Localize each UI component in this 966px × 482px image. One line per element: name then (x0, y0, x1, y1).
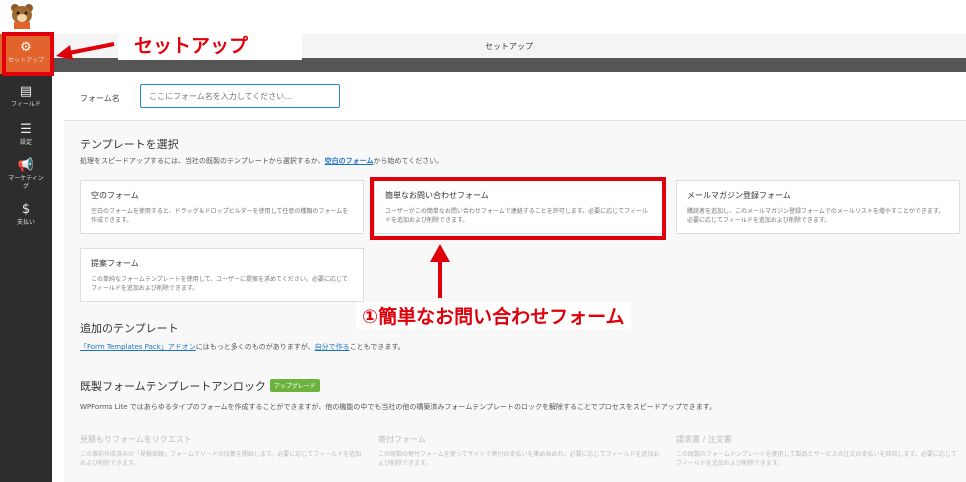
template-card-blank[interactable]: 空のフォーム 空白のフォームを使用すると、ドラッグ＆ドロップビルダーを使用して任… (80, 180, 364, 234)
locked-template-donation[interactable]: 寄付フォーム この既製の寄付フォームを使ってサイトで寄付の支払いを集め始めれ。必… (378, 434, 662, 468)
card-title: メールマガジン登録フォーム (687, 191, 791, 200)
fields-icon: ▤ (19, 84, 33, 99)
sidebar-item-fields[interactable]: ▤ フィールド (0, 84, 52, 109)
card-description: この単純なフォームテンプレートを使用して、ユーザーに提案を求めてください。必要に… (91, 276, 348, 292)
builder-sidebar: ⚙ セットアップ ▤ フィールド ☰ 設定 📢 マーケティング $ 支払い (0, 34, 52, 482)
subtitle-text: にはもっと多くのものがありますが、 (195, 343, 315, 351)
locked-template-request-quote[interactable]: 見積もりフォームをリクエスト この事前作成済みの「見積依頼」フォームでリードの収… (80, 434, 364, 468)
unlock-heading: 既製フォームテンプレートアンロック アップグレード (80, 378, 320, 394)
unlock-subtitle: WPForms Lite ではあらゆるタイプのフォームを作成することができますが… (80, 403, 717, 411)
create-your-own-link[interactable]: 自分で作る (315, 343, 350, 351)
sidebar-item-marketing[interactable]: 📢 マーケティング (0, 158, 52, 191)
setup-highlight-box (2, 32, 54, 76)
templates-heading: テンプレートを選択 (80, 138, 179, 151)
wpforms-bear-logo-icon (11, 4, 33, 29)
template-card-suggestion[interactable]: 提案フォーム この単純なフォームテンプレートを使用して、ユーザーに提案を求めてく… (80, 248, 364, 302)
additional-subtitle: 「Form Templates Pack」アドオンにはもっと多くのものがあります… (80, 342, 405, 352)
dollar-icon: $ (21, 202, 31, 217)
card-title: 請求書 / 注文書 (676, 435, 732, 444)
card-description: この事前作成済みの「見積依頼」フォームでリードの収集を開始します。必要に応じてフ… (80, 451, 362, 467)
sidebar-item-label: フィールド (11, 101, 41, 108)
toolbar-band (52, 58, 966, 72)
subtitle-text: こともできます。 (349, 343, 405, 351)
form-name-row: フォーム名 (64, 72, 966, 121)
arrow-up-icon (430, 244, 450, 298)
card-title: 提案フォーム (91, 259, 139, 268)
locked-template-invoice[interactable]: 請求書 / 注文書 この既製のフォームテンプレートを使用して製品とサービスの注文… (676, 434, 960, 468)
additional-heading: 追加のテンプレート (80, 322, 179, 335)
form-templates-pack-link[interactable]: 「Form Templates Pack」アドオン (80, 343, 196, 351)
card-description: この既製のフォームテンプレートを使用して製品とサービスの注文の支払いを回収します… (676, 451, 957, 467)
card-description: この既製の寄付フォームを使ってサイトで寄付の支払いを集め始めれ。必要に応じてフィ… (378, 451, 660, 467)
card-title: 見積もりフォームをリクエスト (80, 435, 192, 444)
template-card-newsletter[interactable]: メールマガジン登録フォーム 購読者を追加し、このメールマガジン登録フォームでのメ… (676, 180, 960, 234)
setup-callout-text: セットアップ (134, 35, 249, 57)
sliders-icon: ☰ (20, 122, 32, 137)
arrow-left-icon (56, 42, 115, 60)
sidebar-item-payments[interactable]: $ 支払い (0, 202, 52, 227)
card-title: 寄付フォーム (378, 435, 426, 444)
form-name-label: フォーム名 (80, 94, 120, 103)
unlock-heading-text: 既製フォームテンプレートアンロック (80, 380, 266, 393)
megaphone-icon: 📢 (17, 158, 35, 173)
card-title: 空のフォーム (91, 191, 139, 200)
card-description: 購読者を追加し、このメールマガジン登録フォームでのメールリストを増やすことができ… (687, 208, 945, 224)
templates-subtitle: 処理をスピードアップするには、当社の既製のテンプレートから選択するか、空白のフォ… (80, 156, 443, 166)
sidebar-item-label: マーケティング (8, 175, 44, 190)
blank-form-link[interactable]: 空白のフォーム (325, 157, 374, 165)
sidebar-item-settings[interactable]: ☰ 設定 (0, 122, 52, 147)
setup-panel: フォーム名 テンプレートを選択 処理をスピードアップするには、当社の既製のテンプ… (64, 72, 966, 482)
contact-callout-text: ①簡単なお問い合わせフォーム (356, 302, 631, 329)
contact-form-highlight-box (370, 177, 666, 240)
card-description: 空白のフォームを使用すると、ドラッグ＆ドロップビルダーを使用して任意の種類のフォ… (91, 208, 349, 224)
form-name-input[interactable] (140, 84, 340, 108)
upgrade-badge[interactable]: アップグレード (269, 379, 320, 392)
subtitle-text: から始めてください。 (373, 157, 444, 165)
sidebar-item-label: 支払い (16, 219, 35, 226)
subtitle-text: 処理をスピードアップするには、当社の既製のテンプレートから選択するか、 (80, 157, 325, 165)
sidebar-item-label: 設定 (19, 139, 32, 146)
